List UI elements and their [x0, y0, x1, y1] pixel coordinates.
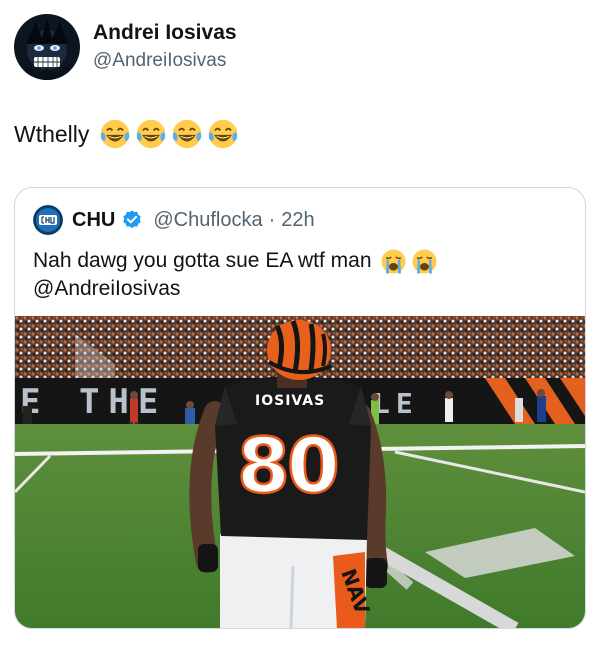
verified-badge-icon: [123, 210, 142, 229]
separator-dot: ·: [268, 209, 276, 231]
laughing-tears-icon: [173, 119, 202, 149]
quoted-tweet-header: CHU @Chuflocka · 22h: [33, 205, 315, 235]
quoted-mention[interactable]: @AndreiIosivas: [33, 275, 573, 303]
tweet-text: Wthelly: [14, 121, 90, 147]
tweet-body: Wthelly: [14, 118, 239, 150]
quoted-emojis: [380, 248, 438, 275]
author-handle[interactable]: @AndreiIosivas: [93, 48, 237, 74]
quoted-tweet[interactable]: CHU @Chuflocka · 22h Nah dawg you gotta …: [14, 187, 586, 629]
quoted-author-handle[interactable]: @Chuflocka: [153, 207, 262, 233]
stadium-banner-text: E THE: [20, 382, 167, 422]
author-avatar[interactable]: [14, 14, 80, 80]
quoted-tweet-text: Nah dawg you gotta sue EA wtf man @Andre…: [33, 247, 573, 303]
stadium-banner-text-right: LE: [373, 387, 419, 420]
loudly-crying-icon: [381, 249, 406, 273]
quoted-author-avatar[interactable]: [33, 205, 63, 235]
jersey-name: IOSIVAS: [255, 393, 325, 409]
quoted-text-line: Nah dawg you gotta sue EA wtf man: [33, 249, 372, 272]
laughing-tears-icon: [137, 119, 166, 149]
loudly-crying-icon: [412, 249, 437, 273]
quoted-media-image[interactable]: E THE LE NAV IOSIVAS 80: [15, 316, 585, 628]
jersey-number: 80: [237, 421, 337, 510]
quoted-author-name[interactable]: CHU: [72, 207, 115, 233]
quoted-timestamp[interactable]: 22h: [281, 207, 314, 233]
laughing-tears-icon: [209, 119, 238, 149]
tweet-emojis: [99, 118, 239, 150]
author-name[interactable]: Andrei Iosivas: [93, 20, 237, 46]
laughing-tears-icon: [101, 119, 130, 149]
author-block: Andrei Iosivas @AndreiIosivas: [93, 20, 237, 74]
tweet-card: Andrei Iosivas @AndreiIosivas Wthelly CH…: [0, 0, 599, 646]
